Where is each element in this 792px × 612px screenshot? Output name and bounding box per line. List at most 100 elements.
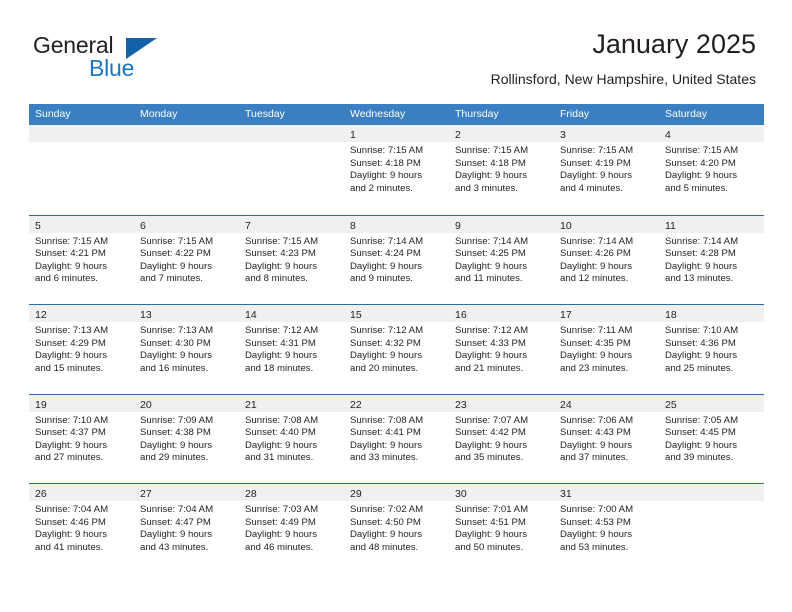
daylight-text: Daylight: 9 hours xyxy=(350,170,422,182)
calendar-day-cell-7[interactable]: 7 Sunrise: 7:15 AM Sunset: 4:23 PM Daylight… xyxy=(239,215,344,304)
sunset-text: Sunset: 4:53 PM xyxy=(560,516,631,528)
day-number-band xyxy=(239,125,344,142)
calendar-day-cell-27[interactable]: 27 Sunrise: 7:04 AM Sunset: 4:47 PM Dayligh… xyxy=(134,484,239,573)
sunrise-text: Sunrise: 7:15 AM xyxy=(245,235,319,247)
daylight-text: and 8 minutes. xyxy=(245,273,308,285)
sunset-text: Sunset: 4:51 PM xyxy=(455,516,526,528)
calendar-day-cell-1[interactable]: 1 Sunrise: 7:15 AM Sunset: 4:18 PM Daylight… xyxy=(344,125,449,215)
page-title: January 2025 xyxy=(592,29,756,59)
day-details: Sunrise: 7:15 AM Sunset: 4:22 PM Daylight:… xyxy=(134,233,239,286)
daylight-text: Daylight: 9 hours xyxy=(350,260,422,272)
calendar-day-cell-11[interactable]: 11 Sunrise: 7:14 AM Sunset: 4:28 PM Dayligh… xyxy=(659,215,764,304)
day-number-band: 27 xyxy=(134,484,239,501)
sunrise-text: Sunrise: 7:15 AM xyxy=(455,145,529,156)
sunset-text: Sunset: 4:22 PM xyxy=(140,248,211,260)
sunrise-text: Sunrise: 7:10 AM xyxy=(665,325,739,336)
sunrise-text: Sunrise: 7:09 AM xyxy=(140,414,214,426)
calendar-day-cell-16[interactable]: 16 Sunrise: 7:12 AM Sunset: 4:33 PM Dayligh… xyxy=(449,305,554,394)
day-number-band: 24 xyxy=(554,394,659,412)
calendar-day-cell-3[interactable]: 3 Sunrise: 7:15 AM Sunset: 4:19 PM Daylight… xyxy=(554,125,659,215)
daylight-text: and 35 minutes. xyxy=(455,452,524,464)
daylight-text: and 11 minutes. xyxy=(455,273,523,285)
day-number: 11 xyxy=(665,219,676,232)
calendar-day-cell-19[interactable]: 19 Sunrise: 7:10 AM Sunset: 4:37 PM Dayligh… xyxy=(29,394,134,483)
sunset-text: Sunset: 4:49 PM xyxy=(245,516,316,528)
calendar-day-cell-21[interactable]: 21 Sunrise: 7:08 AM Sunset: 4:40 PM Dayligh… xyxy=(239,394,344,483)
day-details: Sunrise: 7:07 AM Sunset: 4:42 PM Daylight:… xyxy=(449,412,554,465)
day-number: 28 xyxy=(245,488,257,500)
calendar-day-cell-2[interactable]: 2 Sunrise: 7:15 AM Sunset: 4:18 PM Daylight… xyxy=(449,125,554,215)
calendar-day-cell-26[interactable]: 26 Sunrise: 7:04 AM Sunset: 4:46 PM Dayligh… xyxy=(29,484,134,573)
daylight-text: Daylight: 9 hours xyxy=(35,529,107,541)
day-number-band: 25 xyxy=(659,394,764,412)
calendar-day-cell-30[interactable]: 30 Sunrise: 7:01 AM Sunset: 4:51 PM Dayligh… xyxy=(449,484,554,573)
calendar-day-cell-8[interactable]: 8 Sunrise: 7:14 AM Sunset: 4:24 PM Daylight… xyxy=(344,215,449,304)
calendar-day-cell-31[interactable]: 31 Sunrise: 7:00 AM Sunset: 4:53 PM Dayligh… xyxy=(554,484,659,573)
calendar-day-cell-4[interactable]: 4 Sunrise: 7:15 AM Sunset: 4:20 PM Daylight… xyxy=(659,125,764,215)
sunset-text: Sunset: 4:37 PM xyxy=(35,427,106,439)
day-of-week-header-tuesday: Tuesday xyxy=(245,108,285,120)
daylight-text: Daylight: 9 hours xyxy=(455,529,527,541)
calendar-week-row: 26 Sunrise: 7:04 AM Sunset: 4:46 PM Dayligh… xyxy=(29,483,764,573)
day-number: 29 xyxy=(350,488,362,500)
daylight-text: and 2 minutes. xyxy=(350,182,413,194)
day-details: Sunrise: 7:08 AM Sunset: 4:40 PM Daylight:… xyxy=(239,412,344,465)
day-number-band: 1 xyxy=(344,125,449,142)
sunset-text: Sunset: 4:32 PM xyxy=(350,337,421,349)
sunrise-text: Sunrise: 7:06 AM xyxy=(560,414,634,426)
day-number-band: 29 xyxy=(344,484,449,501)
day-number-band: 10 xyxy=(554,215,659,233)
day-number-band xyxy=(134,125,239,142)
day-details xyxy=(239,142,344,145)
calendar-day-cell-20[interactable]: 20 Sunrise: 7:09 AM Sunset: 4:38 PM Dayligh… xyxy=(134,394,239,483)
calendar-day-cell-10[interactable]: 10 Sunrise: 7:14 AM Sunset: 4:26 PM Dayligh… xyxy=(554,215,659,304)
day-number: 21 xyxy=(245,398,257,411)
day-number: 2 xyxy=(455,129,461,141)
calendar-day-cell-6[interactable]: 6 Sunrise: 7:15 AM Sunset: 4:22 PM Daylight… xyxy=(134,215,239,304)
day-number-band: 19 xyxy=(29,394,134,412)
calendar-day-cell-5[interactable]: 5 Sunrise: 7:15 AM Sunset: 4:21 PM Daylight… xyxy=(29,215,134,304)
day-details: Sunrise: 7:04 AM Sunset: 4:47 PM Daylight:… xyxy=(134,501,239,554)
title-block: January 2025 Rollinsford, New Hampshire,… xyxy=(491,28,756,89)
calendar-week-row: 1 Sunrise: 7:15 AM Sunset: 4:18 PM Daylight… xyxy=(29,125,764,215)
calendar-day-cell-18[interactable]: 18 Sunrise: 7:10 AM Sunset: 4:36 PM Dayligh… xyxy=(659,305,764,394)
daylight-text: Daylight: 9 hours xyxy=(665,170,737,182)
daylight-text: and 6 minutes. xyxy=(35,273,98,285)
day-number-band: 14 xyxy=(239,305,344,322)
daylight-text: Daylight: 9 hours xyxy=(665,439,737,451)
sunrise-text: Sunrise: 7:05 AM xyxy=(665,414,739,426)
day-number: 30 xyxy=(455,488,467,500)
daylight-text: and 41 minutes. xyxy=(35,541,104,553)
sunrise-text: Sunrise: 7:01 AM xyxy=(455,504,529,515)
calendar-day-cell-23[interactable]: 23 Sunrise: 7:07 AM Sunset: 4:42 PM Dayligh… xyxy=(449,394,554,483)
day-number-band: 30 xyxy=(449,484,554,501)
day-of-week-header-monday: Monday xyxy=(140,108,178,120)
day-details: Sunrise: 7:00 AM Sunset: 4:53 PM Daylight:… xyxy=(554,501,659,554)
calendar-day-cell-17[interactable]: 17 Sunrise: 7:11 AM Sunset: 4:35 PM Dayligh… xyxy=(554,305,659,394)
calendar-day-cell-28[interactable]: 28 Sunrise: 7:03 AM Sunset: 4:49 PM Dayligh… xyxy=(239,484,344,573)
day-details xyxy=(659,501,764,504)
day-of-week-header-wednesday: Wednesday xyxy=(350,108,406,120)
daylight-text: Daylight: 9 hours xyxy=(560,439,632,451)
daylight-text: Daylight: 9 hours xyxy=(140,439,212,451)
calendar-day-cell-22[interactable]: 22 Sunrise: 7:08 AM Sunset: 4:41 PM Dayligh… xyxy=(344,394,449,483)
daylight-text: and 5 minutes. xyxy=(665,182,728,194)
calendar-day-cell-24[interactable]: 24 Sunrise: 7:06 AM Sunset: 4:43 PM Dayligh… xyxy=(554,394,659,483)
day-of-week-header-friday: Friday xyxy=(560,108,590,120)
daylight-text: Daylight: 9 hours xyxy=(560,350,632,362)
day-number: 25 xyxy=(665,398,677,411)
calendar-day-cell-9[interactable]: 9 Sunrise: 7:14 AM Sunset: 4:25 PM Daylight… xyxy=(449,215,554,304)
daylight-text: Daylight: 9 hours xyxy=(560,260,632,272)
day-number: 26 xyxy=(35,488,47,500)
calendar-day-cell-12[interactable]: 12 Sunrise: 7:13 AM Sunset: 4:29 PM Dayligh… xyxy=(29,305,134,394)
day-number: 7 xyxy=(245,219,251,232)
calendar-day-cell-29[interactable]: 29 Sunrise: 7:02 AM Sunset: 4:50 PM Dayligh… xyxy=(344,484,449,573)
calendar-day-cell-14[interactable]: 14 Sunrise: 7:12 AM Sunset: 4:31 PM Dayligh… xyxy=(239,305,344,394)
sunrise-text: Sunrise: 7:11 AM xyxy=(560,325,633,336)
calendar-day-cell-13[interactable]: 13 Sunrise: 7:13 AM Sunset: 4:30 PM Dayligh… xyxy=(134,305,239,394)
calendar-day-cell-15[interactable]: 15 Sunrise: 7:12 AM Sunset: 4:32 PM Dayligh… xyxy=(344,305,449,394)
sunset-text: Sunset: 4:45 PM xyxy=(665,427,736,439)
day-details: Sunrise: 7:03 AM Sunset: 4:49 PM Daylight:… xyxy=(239,501,344,554)
sunset-text: Sunset: 4:40 PM xyxy=(245,427,316,439)
calendar-day-cell-25[interactable]: 25 Sunrise: 7:05 AM Sunset: 4:45 PM Dayligh… xyxy=(659,394,764,483)
